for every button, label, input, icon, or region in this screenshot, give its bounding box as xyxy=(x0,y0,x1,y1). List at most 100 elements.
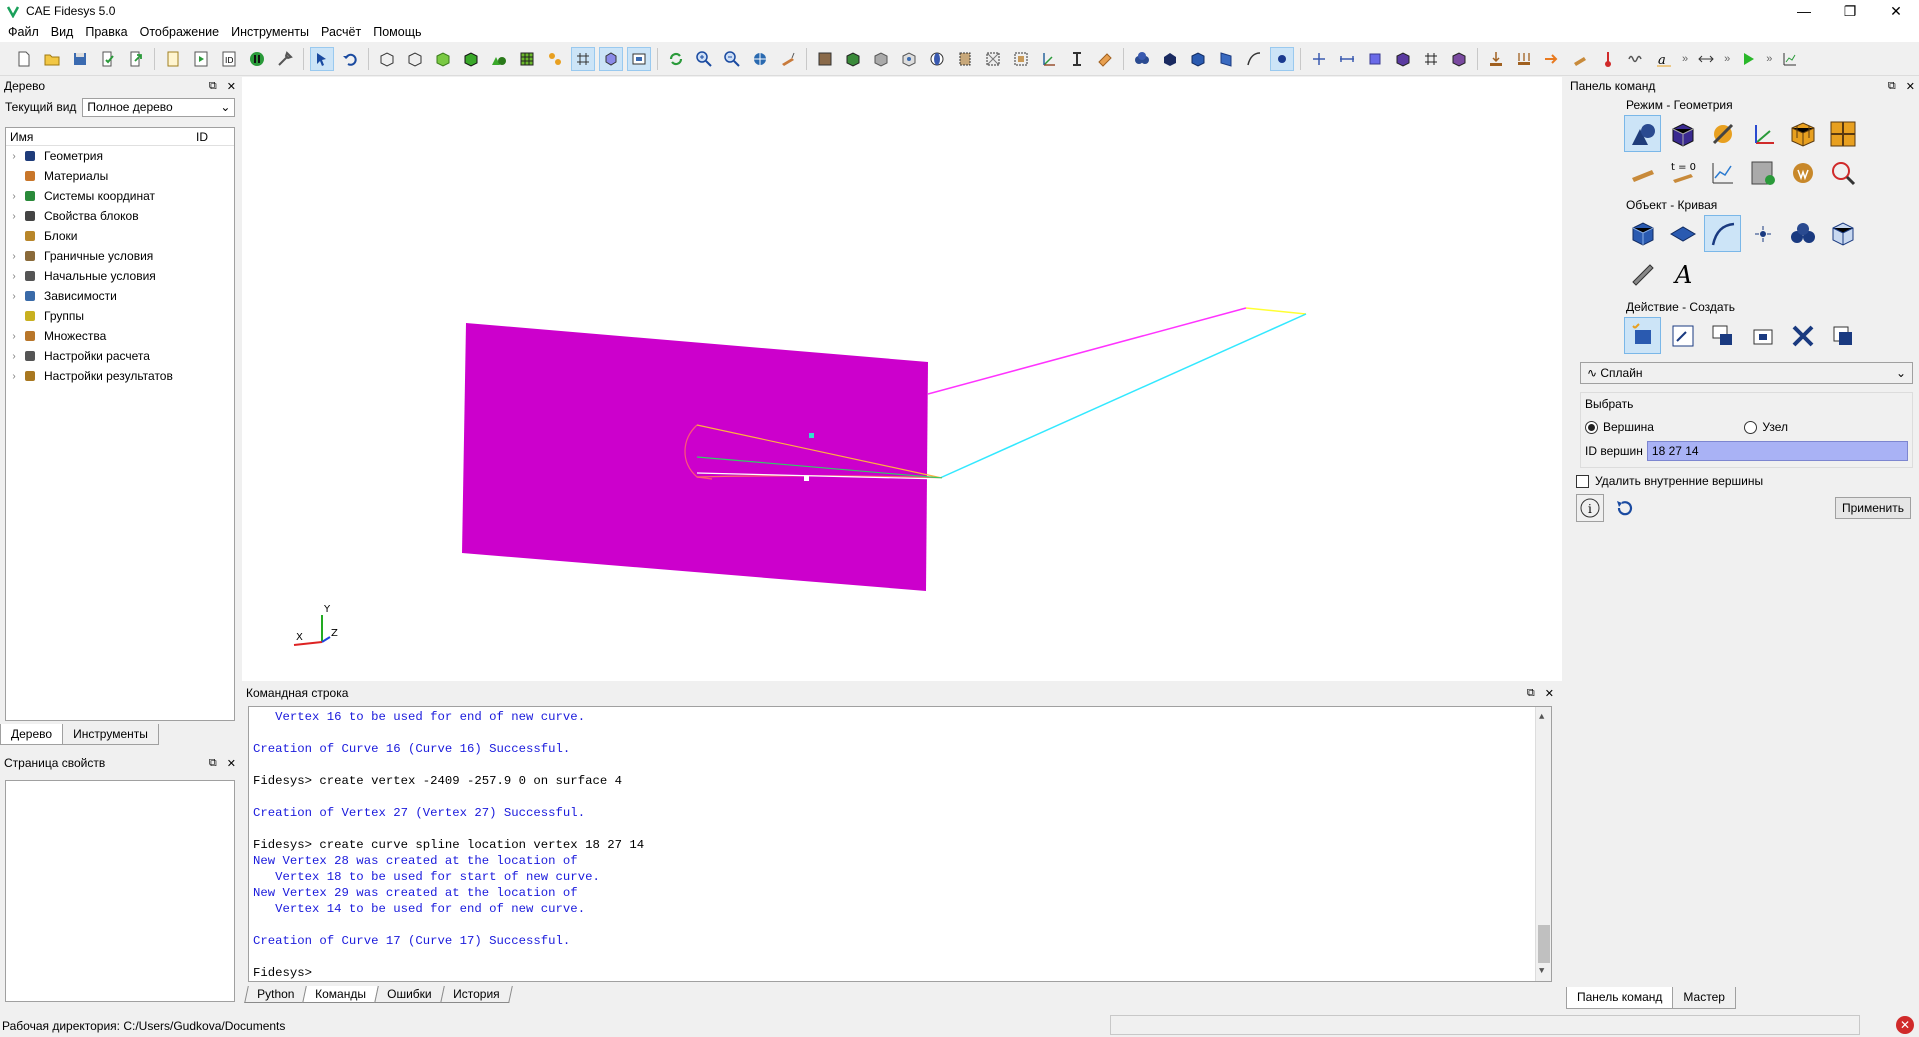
material-mode-icon[interactable] xyxy=(1704,115,1741,152)
tree-item[interactable]: › Настройки расчета xyxy=(6,346,234,366)
calc-mode-icon[interactable] xyxy=(1744,154,1781,191)
surface-object-icon[interactable] xyxy=(1664,215,1701,252)
delete-inner-checkbox[interactable] xyxy=(1576,474,1589,488)
restore-button[interactable]: ❐ xyxy=(1827,0,1873,22)
beam-icon[interactable] xyxy=(1065,47,1089,71)
geometry-canvas[interactable]: Y X Z xyxy=(242,77,1562,681)
text-a-icon[interactable]: a xyxy=(1652,47,1676,71)
scroll-down-icon[interactable]: ▼ xyxy=(1539,963,1544,979)
run-icon[interactable] xyxy=(1736,47,1760,71)
float-icon[interactable]: ⧉ xyxy=(1888,80,1896,93)
view-iso-icon[interactable] xyxy=(925,47,949,71)
apply-button[interactable]: Применить xyxy=(1834,497,1911,519)
curve-type-select[interactable]: ∿ Сплайн ⌄ xyxy=(1580,362,1913,384)
shaded-icon[interactable] xyxy=(431,47,455,71)
inspect-mode-icon[interactable] xyxy=(1824,154,1861,191)
record-icon[interactable] xyxy=(245,47,269,71)
tools-icon[interactable] xyxy=(273,47,297,71)
solid-blue-icon[interactable] xyxy=(1186,47,1210,71)
results-icon[interactable] xyxy=(1778,47,1802,71)
minimize-button[interactable]: — xyxy=(1781,0,1827,22)
undo-icon[interactable] xyxy=(338,47,362,71)
group-object-icon[interactable] xyxy=(1784,215,1821,252)
close-icon[interactable]: ✕ xyxy=(1906,80,1915,93)
measure-object-icon[interactable] xyxy=(1624,254,1661,291)
vertex-id-input[interactable]: 18 27 14 xyxy=(1646,441,1908,461)
save-as-icon[interactable] xyxy=(96,47,120,71)
open-folder-icon[interactable] xyxy=(40,47,64,71)
eraser-icon[interactable] xyxy=(1093,47,1117,71)
close-icon[interactable]: ✕ xyxy=(227,757,236,770)
tab-commands[interactable]: Команды xyxy=(302,986,380,1003)
deps-mode-icon[interactable] xyxy=(1704,154,1741,191)
3d-viewport[interactable]: Y X Z xyxy=(242,77,1562,681)
tree-item[interactable]: › Геометрия xyxy=(6,146,234,166)
tree-item[interactable]: Группы xyxy=(6,306,234,326)
temperature-icon[interactable] xyxy=(1596,47,1620,71)
view-bottom-icon[interactable] xyxy=(897,47,921,71)
curve-yellow[interactable] xyxy=(1245,307,1307,315)
current-view-select[interactable]: Полное дерево ⌄ xyxy=(82,97,236,117)
expand-arrow-icon[interactable]: › xyxy=(6,371,22,382)
journal-icon[interactable]: ID xyxy=(217,47,241,71)
delete-action-icon[interactable] xyxy=(1784,317,1821,354)
tab-tree[interactable]: Дерево xyxy=(0,724,64,745)
mesh-view-icon[interactable] xyxy=(515,47,539,71)
tab-master[interactable]: Мастер xyxy=(1673,987,1736,1009)
ic-mode-icon[interactable]: t = 0 xyxy=(1664,154,1701,191)
float-icon[interactable]: ⧉ xyxy=(1527,687,1535,700)
volume-icon[interactable] xyxy=(1158,47,1182,71)
box-select-icon[interactable] xyxy=(599,46,623,71)
multi-body-icon[interactable] xyxy=(487,47,511,71)
grid-toggle-icon[interactable] xyxy=(571,46,595,71)
tab-command-panel[interactable]: Панель команд xyxy=(1566,987,1674,1009)
hidden-line-icon[interactable] xyxy=(403,47,427,71)
curve-cyan[interactable] xyxy=(939,313,1307,479)
reset-icon[interactable] xyxy=(1610,494,1638,522)
float-icon[interactable]: ⧉ xyxy=(209,757,217,770)
tree-col-name[interactable]: Имя xyxy=(10,130,33,144)
tree-item[interactable]: › Настройки результатов xyxy=(6,366,234,386)
zoom-out-icon[interactable] xyxy=(720,47,744,71)
results-mode-icon[interactable] xyxy=(1784,154,1821,191)
tree-item[interactable]: › Свойства блоков xyxy=(6,206,234,226)
console-scrollbar[interactable]: ▲ ▼ xyxy=(1535,707,1551,981)
menu-calc[interactable]: Расчёт xyxy=(315,25,367,39)
sets-mode-icon[interactable] xyxy=(1824,115,1861,152)
pressure-icon[interactable] xyxy=(1512,47,1536,71)
expand-arrow-icon[interactable]: › xyxy=(6,211,22,222)
window-select-icon[interactable] xyxy=(627,46,651,71)
vertex-marker-white[interactable] xyxy=(804,476,809,481)
text-object-icon[interactable]: A xyxy=(1664,254,1701,291)
expand-arrow-icon[interactable]: › xyxy=(6,351,22,362)
expand-arrow-icon[interactable]: › xyxy=(6,291,22,302)
square-icon[interactable] xyxy=(1363,47,1387,71)
vertex-marker-cyan[interactable] xyxy=(809,433,814,438)
points-icon[interactable] xyxy=(543,47,567,71)
axes-icon[interactable] xyxy=(1037,47,1061,71)
menu-edit[interactable]: Правка xyxy=(79,25,133,39)
tree-item[interactable]: Блоки xyxy=(6,226,234,246)
blocks-mode-icon[interactable] xyxy=(1784,115,1821,152)
tab-tools[interactable]: Инструменты xyxy=(63,724,159,745)
toolbar-overflow[interactable]: » xyxy=(1682,53,1688,65)
expand-arrow-icon[interactable]: › xyxy=(6,331,22,342)
cross-icon[interactable] xyxy=(1307,47,1331,71)
tab-python[interactable]: Python xyxy=(244,986,308,1003)
scroll-up-icon[interactable]: ▲ xyxy=(1539,709,1544,725)
close-icon[interactable]: ✕ xyxy=(227,80,236,93)
export-icon[interactable] xyxy=(124,47,148,71)
radio-vertex-dot[interactable] xyxy=(1585,420,1598,434)
pan-icon[interactable] xyxy=(748,47,772,71)
script-icon[interactable] xyxy=(161,47,185,71)
geometry-mode-icon[interactable] xyxy=(1624,115,1661,152)
copy-action-icon[interactable] xyxy=(1824,317,1861,354)
error-indicator-icon[interactable]: ✕ xyxy=(1896,1016,1914,1034)
menu-view[interactable]: Вид xyxy=(45,25,80,39)
clip-icon[interactable] xyxy=(981,47,1005,71)
command-output[interactable]: Vertex 16 to be used for end of new curv… xyxy=(248,706,1552,982)
cube-pink-icon[interactable] xyxy=(1447,47,1471,71)
bc-mode-icon[interactable] xyxy=(1624,154,1661,191)
toolbar-overflow-3[interactable]: » xyxy=(1766,53,1772,65)
toolbar-overflow-2[interactable]: » xyxy=(1724,53,1730,65)
